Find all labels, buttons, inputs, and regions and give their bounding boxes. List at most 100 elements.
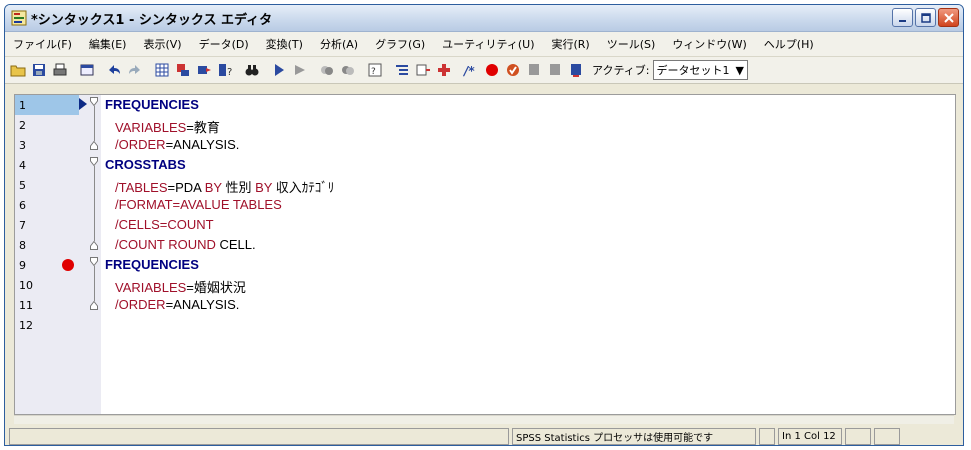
editor-line[interactable]: 6/FORMAT=AVALUE TABLES — [15, 195, 955, 215]
next-button[interactable] — [339, 61, 357, 79]
indent-button[interactable] — [393, 61, 411, 79]
line-number: 2 — [19, 119, 26, 132]
line-number: 6 — [19, 199, 26, 212]
fold-start-icon[interactable] — [90, 97, 98, 106]
outdent-button[interactable] — [414, 61, 432, 79]
fold-connector — [94, 106, 95, 141]
bookmark-button[interactable] — [525, 61, 543, 79]
code-line[interactable]: VARIABLES=教育 — [115, 117, 220, 136]
command-keyword: CROSSTABS — [105, 157, 186, 172]
fold-end-icon[interactable] — [90, 141, 98, 150]
editor-line[interactable]: 7/CELLS=COUNT — [15, 215, 955, 235]
menu-run[interactable]: 実行(R) — [546, 36, 596, 52]
svg-text:?: ? — [371, 67, 376, 77]
comment-icon: /* — [463, 64, 475, 78]
breakpoint-button[interactable] — [483, 61, 501, 79]
variables-icon: ? — [219, 64, 232, 78]
menu-window[interactable]: ウィンドウ(W) — [666, 36, 752, 52]
syntax-editor-icon — [11, 10, 27, 26]
goto-case-icon — [177, 64, 189, 76]
minimize-icon — [898, 19, 906, 22]
variables-button[interactable]: ? — [216, 61, 234, 79]
code-line[interactable]: /CELLS=COUNT — [115, 217, 214, 232]
menu-help[interactable]: ヘルプ(H) — [758, 36, 820, 52]
syntax-editor-window: *シンタックス1 - シンタックス エディタ ファイル(F) 編集(E) 表示(… — [4, 4, 964, 446]
line-number: 8 — [19, 239, 26, 252]
code-line[interactable]: CROSSTABS — [105, 157, 186, 172]
run-button[interactable] — [270, 61, 288, 79]
value-token: =ANALYSIS. — [165, 137, 240, 152]
editor-line[interactable]: 4 CROSSTABS — [15, 155, 955, 175]
status-pane-blank-2 — [845, 428, 871, 445]
syntax-editor-pane[interactable]: 1 FREQUENCIES 2 VARIABLES=教育 3/ORDER=ANALYSI… — [14, 94, 956, 415]
code-line[interactable]: FREQUENCIES — [105, 97, 199, 112]
find-button[interactable] — [243, 61, 261, 79]
menu-utilities[interactable]: ユーティリティ(U) — [436, 36, 540, 52]
fold-start-icon[interactable] — [90, 257, 98, 266]
open-button[interactable] — [9, 61, 27, 79]
active-dataset-select[interactable]: データセット1 ▼ — [652, 60, 748, 80]
code-line[interactable]: /FORMAT=AVALUE TABLES — [115, 197, 282, 212]
run-selection-button[interactable] — [291, 61, 309, 79]
subcommand-token: BY — [204, 180, 222, 195]
goto-case-button[interactable] — [174, 61, 192, 79]
recall-dialog-button[interactable] — [78, 61, 96, 79]
minimize-button[interactable] — [892, 8, 913, 27]
breakpoint-icon[interactable] — [62, 259, 74, 271]
menu-view[interactable]: 表示(V) — [137, 36, 187, 52]
binoculars-icon — [245, 65, 259, 76]
editor-line[interactable]: 12 — [15, 315, 955, 335]
goto-variable-button[interactable] — [195, 61, 213, 79]
open-folder-icon — [10, 65, 26, 77]
menu-data[interactable]: データ(D) — [193, 36, 255, 52]
editor-line[interactable]: 1 FREQUENCIES — [15, 95, 955, 115]
menu-analyze[interactable]: 分析(A) — [314, 36, 364, 52]
goto-data-button[interactable] — [153, 61, 171, 79]
menu-tools[interactable]: ツール(S) — [601, 36, 662, 52]
save-button[interactable] — [30, 61, 48, 79]
clear-breakpoints-button[interactable] — [504, 61, 522, 79]
code-line[interactable]: /ORDER=ANALYSIS. — [115, 137, 239, 152]
syntax-help-button[interactable]: ? — [366, 61, 384, 79]
fold-end-icon[interactable] — [90, 301, 98, 310]
active-dataset-value: データセット1 — [656, 64, 730, 77]
menu-file[interactable]: ファイル(F) — [7, 36, 78, 52]
close-button[interactable] — [938, 8, 959, 27]
editor-line[interactable]: 11/ORDER=ANALYSIS. — [15, 295, 955, 315]
code-line[interactable]: FREQUENCIES — [105, 257, 199, 272]
menu-transform[interactable]: 変換(T) — [260, 36, 309, 52]
clear-bookmarks-button[interactable] — [567, 61, 585, 79]
menu-edit[interactable]: 編集(E) — [83, 36, 133, 52]
status-pane-empty — [9, 428, 509, 445]
editor-line[interactable]: 9 FREQUENCIES — [15, 255, 955, 275]
title-bar[interactable]: *シンタックス1 - シンタックス エディタ — [5, 5, 963, 32]
editor-line[interactable]: 10 VARIABLES=婚姻状況 — [15, 275, 955, 295]
editor-line[interactable]: 2 VARIABLES=教育 — [15, 115, 955, 135]
code-line[interactable]: VARIABLES=婚姻状況 — [115, 277, 246, 296]
next-bookmark-button[interactable] — [546, 61, 564, 79]
data-grid-icon — [155, 63, 169, 77]
fold-start-icon[interactable] — [90, 157, 98, 166]
code-line[interactable]: /TABLES=PDA BY 性別 BY 収入ｶﾃｺﾞﾘ — [115, 177, 334, 196]
horizontal-scrollbar[interactable] — [14, 415, 954, 424]
code-line[interactable]: /COUNT ROUND CELL. — [115, 237, 256, 252]
code-line[interactable]: /ORDER=ANALYSIS. — [115, 297, 239, 312]
fold-end-icon[interactable] — [90, 241, 98, 250]
editor-line[interactable]: 3/ORDER=ANALYSIS. — [15, 135, 955, 155]
editor-line[interactable]: 8/COUNT ROUND CELL. — [15, 235, 955, 255]
comment-button[interactable]: /* — [462, 61, 480, 79]
menu-graphs[interactable]: グラフ(G) — [369, 36, 431, 52]
line-number: 10 — [19, 279, 33, 292]
add-button[interactable] — [435, 61, 453, 79]
print-button[interactable] — [51, 61, 69, 79]
save-icon — [33, 64, 45, 76]
previous-button[interactable] — [318, 61, 336, 79]
chevron-down-icon: ▼ — [735, 63, 744, 77]
redo-button[interactable] — [126, 61, 144, 79]
undo-button[interactable] — [105, 61, 123, 79]
line-number: 12 — [19, 319, 33, 332]
maximize-button[interactable] — [915, 8, 936, 27]
syntax-help-icon: ? — [368, 63, 382, 77]
editor-line[interactable]: 5/TABLES=PDA BY 性別 BY 収入ｶﾃｺﾞﾘ — [15, 175, 955, 195]
status-pane-blank-3 — [874, 428, 900, 445]
